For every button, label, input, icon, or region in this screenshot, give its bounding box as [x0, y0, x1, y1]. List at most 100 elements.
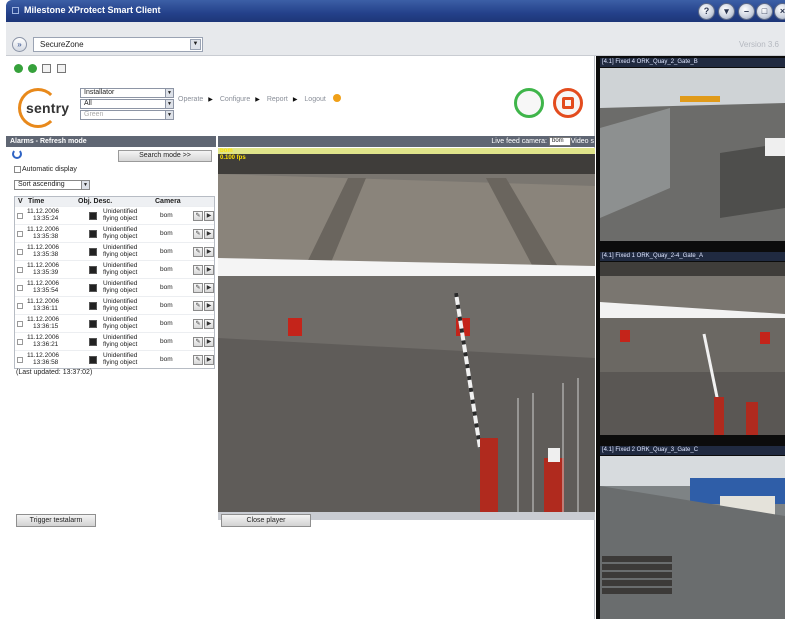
row-desc-line2: flying object: [103, 251, 138, 258]
window-title: Milestone XProtect Smart Client: [24, 5, 161, 15]
table-row[interactable]: 11.12.2006 13:36:11 Unidentified flying obj…: [15, 296, 214, 314]
title-bar: Milestone XProtect Smart Client ? ▾ – □ …: [6, 0, 785, 22]
play-icon[interactable]: ▶: [204, 301, 214, 311]
table-row[interactable]: 11.12.2006 13:35:54 Unidentified flying obj…: [15, 278, 214, 296]
row-camera: bom: [160, 338, 173, 345]
trigger-testalarm-button[interactable]: Trigger testalarm: [16, 514, 96, 527]
row-time: 13:35:38: [33, 233, 59, 240]
main-panel: sentry Installator ▼ All ▼ Green ▼ Opera…: [6, 56, 595, 619]
app-icon: [12, 7, 19, 14]
menu-operate[interactable]: Operate: [178, 96, 203, 103]
acknowledge-icon[interactable]: ✎: [193, 283, 203, 293]
row-camera: bom: [160, 230, 173, 237]
close-player-button[interactable]: Close player: [221, 514, 311, 527]
camera-tile[interactable]: [600, 68, 785, 241]
row-checkbox[interactable]: [17, 321, 23, 327]
menu-report[interactable]: Report: [267, 96, 288, 103]
row-camera: bom: [160, 266, 173, 273]
object-icon: [89, 356, 97, 364]
table-row[interactable]: 11.12.2006 13:36:15 Unidentified flying obj…: [15, 314, 214, 332]
table-row[interactable]: 11.12.2006 13:36:58 Unidentified flying obj…: [15, 350, 214, 368]
alarms-header: Alarms - Refresh mode: [6, 136, 216, 147]
group-select[interactable]: All ▼: [80, 99, 174, 109]
auto-display-checkbox[interactable]: [14, 166, 21, 173]
row-camera: bom: [160, 302, 173, 309]
status-select[interactable]: Green ▼: [80, 110, 174, 120]
play-icon[interactable]: ▶: [204, 319, 214, 329]
search-mode-button[interactable]: Search mode >>: [118, 150, 212, 162]
accept-ring-button[interactable]: [514, 88, 544, 118]
row-time: 13:36:21: [33, 341, 59, 348]
table-row[interactable]: 11.12.2006 13:36:21 Unidentified flying obj…: [15, 332, 214, 350]
row-checkbox[interactable]: [17, 213, 23, 219]
close-button[interactable]: ×: [774, 3, 785, 20]
play-icon[interactable]: ▶: [204, 283, 214, 293]
play-icon[interactable]: ▶: [204, 337, 214, 347]
col-time: Time: [28, 198, 45, 205]
chevron-down-icon: ▼: [165, 89, 173, 97]
camera-tile[interactable]: [600, 456, 785, 619]
acknowledge-icon[interactable]: ✎: [193, 211, 203, 221]
row-checkbox[interactable]: [17, 357, 23, 363]
sort-select[interactable]: Sort ascending ▼: [14, 180, 90, 190]
menu-configure[interactable]: Configure: [220, 96, 250, 103]
arrow-right-icon: ▶: [255, 97, 260, 103]
home-icon[interactable]: [56, 64, 66, 74]
play-icon[interactable]: ▶: [204, 229, 214, 239]
col-desc: Obj. Desc.: [78, 198, 113, 205]
acknowledge-icon[interactable]: ✎: [193, 319, 203, 329]
live-video[interactable]: bom 0.100 fps: [218, 148, 595, 512]
stop-ring-button[interactable]: [553, 88, 583, 118]
report-icon[interactable]: [42, 64, 52, 74]
minimize-button[interactable]: –: [738, 3, 755, 20]
table-row[interactable]: 11.12.2006 13:35:38 Unidentified flying obj…: [15, 242, 214, 260]
chevron-down-icon: ▼: [165, 100, 173, 108]
menu-logout[interactable]: Logout: [304, 96, 325, 103]
row-checkbox[interactable]: [17, 231, 23, 237]
maximize-button[interactable]: □: [756, 3, 773, 20]
row-checkbox[interactable]: [17, 249, 23, 255]
arrow-right-icon: ▶: [292, 97, 298, 103]
go-green-icon[interactable]: [28, 64, 38, 74]
menu-circle-icon[interactable]: ▾: [718, 3, 735, 20]
zone-select[interactable]: SecureZone ▼: [33, 37, 203, 52]
camera-tile[interactable]: [600, 262, 785, 435]
row-time: 13:36:58: [33, 359, 59, 366]
row-checkbox[interactable]: [17, 285, 23, 291]
forward-nav-icon[interactable]: »: [12, 37, 27, 52]
alarm-table: V Time Obj. Desc. Camera 11.12.2006 13:35…: [14, 196, 215, 369]
play-icon[interactable]: ▶: [204, 211, 214, 221]
acknowledge-icon[interactable]: ✎: [193, 229, 203, 239]
refresh-icon[interactable]: [12, 149, 22, 159]
acknowledge-icon[interactable]: ✎: [193, 355, 203, 365]
table-row[interactable]: 11.12.2006 13:35:24 Unidentified flying obj…: [15, 206, 214, 224]
chevron-down-icon: ▼: [190, 39, 201, 50]
acknowledge-icon[interactable]: ✎: [193, 337, 203, 347]
live-feed-camera-select[interactable]: bom: [549, 137, 571, 146]
video-scene: [218, 148, 595, 512]
object-icon: [89, 338, 97, 346]
row-checkbox[interactable]: [17, 267, 23, 273]
row-checkbox[interactable]: [17, 303, 23, 309]
help-icon[interactable]: [332, 94, 341, 102]
table-row[interactable]: 11.12.2006 13:35:38 Unidentified flying obj…: [15, 224, 214, 242]
table-row[interactable]: 11.12.2006 13:35:39 Unidentified flying obj…: [15, 260, 214, 278]
acknowledge-icon[interactable]: ✎: [193, 301, 203, 311]
object-icon: [89, 248, 97, 256]
play-icon[interactable]: ▶: [204, 265, 214, 275]
help-circle-icon[interactable]: ?: [698, 3, 715, 20]
acknowledge-icon[interactable]: ✎: [193, 265, 203, 275]
role-select[interactable]: Installator ▼: [80, 88, 174, 98]
play-icon[interactable]: ▶: [204, 247, 214, 257]
camera-tile-title: [4.1] Fixed 4 ORK_Quay_2_Gate_B: [600, 58, 785, 67]
status-select-value: Green: [84, 111, 104, 118]
acknowledge-icon[interactable]: ✎: [193, 247, 203, 257]
play-icon[interactable]: ▶: [204, 355, 214, 365]
refresh-green-icon[interactable]: [14, 64, 23, 74]
row-desc-line2: flying object: [103, 215, 138, 222]
last-updated: (Last updated: 13:37:02): [16, 369, 93, 376]
row-camera: bom: [160, 248, 173, 255]
row-checkbox[interactable]: [17, 339, 23, 345]
row-desc-line2: flying object: [103, 341, 138, 348]
address-bar: » SecureZone ▼ Version 3.6: [6, 22, 785, 56]
